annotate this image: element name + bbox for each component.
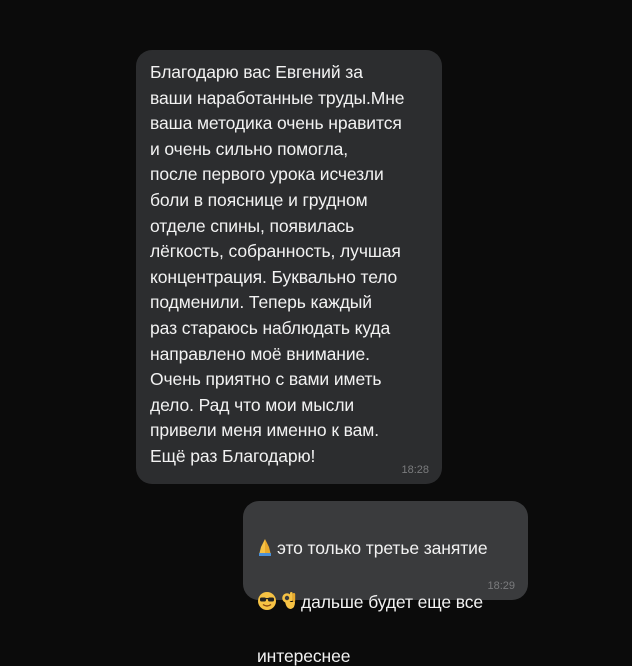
folded-hands-icon xyxy=(257,537,273,565)
message-line: интереснее xyxy=(257,644,516,666)
message-line: это только третье занятие xyxy=(257,536,516,565)
message-time: 18:28 xyxy=(401,464,429,476)
chat-view: Благодарю вас Евгений за ваши наработанн… xyxy=(0,0,632,666)
outgoing-message-bubble[interactable]: это только третье занятие дальше будет е… xyxy=(243,501,528,666)
ok-hand-icon xyxy=(281,591,297,619)
message-line-text: дальше будет еще все xyxy=(301,591,484,612)
message-time: 18:29 xyxy=(487,580,515,592)
incoming-message-bubble[interactable]: Благодарю вас Евгений за ваши наработанн… xyxy=(136,50,442,484)
message-line: дальше будет еще все xyxy=(257,590,516,619)
message-text: это только третье занятие дальше будет е… xyxy=(257,510,516,666)
message-line-text: интереснее xyxy=(257,645,351,666)
sunglasses-icon xyxy=(257,591,277,619)
message-line-text: это только третье занятие xyxy=(277,537,488,558)
message-text: Благодарю вас Евгений за ваши наработанн… xyxy=(150,62,405,466)
